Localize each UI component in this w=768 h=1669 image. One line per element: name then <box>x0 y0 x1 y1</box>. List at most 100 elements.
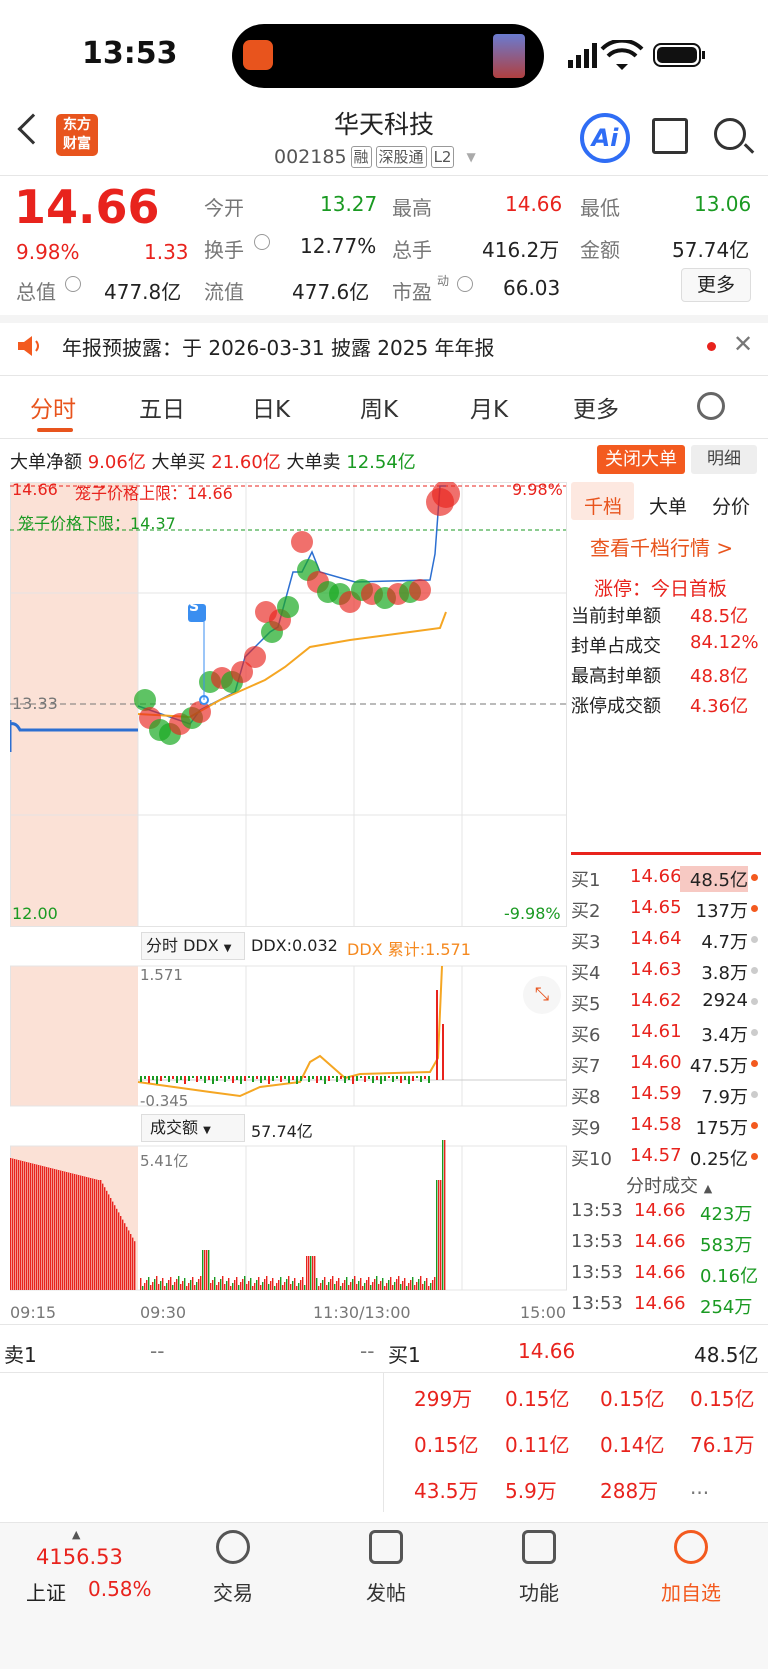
order-dot <box>751 874 758 881</box>
speaker-icon <box>18 336 39 356</box>
expand-icon[interactable]: ⤡ <box>523 976 561 1014</box>
settings-icon[interactable] <box>697 392 725 420</box>
tab-qiandang[interactable]: 千档 <box>584 492 622 519</box>
ddx-bar <box>292 1076 294 1080</box>
info-icon[interactable] <box>65 276 81 292</box>
open-value: 13.27 <box>320 192 378 216</box>
tick-price: 14.66 <box>634 1262 686 1283</box>
ai-button[interactable]: Ai <box>580 113 630 163</box>
tab-more[interactable]: 更多 <box>573 390 619 424</box>
tab-indicator <box>37 428 73 432</box>
order-dot <box>751 1153 758 1160</box>
volume-bar <box>196 1282 198 1290</box>
volume-bar <box>42 1166 44 1290</box>
volume-bar <box>194 1285 196 1290</box>
volume-bar <box>48 1167 50 1290</box>
sell-label: 大单卖 <box>286 452 341 473</box>
volume-bar <box>304 1285 306 1290</box>
volume-bar <box>72 1173 74 1290</box>
stock-subline[interactable]: 002185 融 深股通 L2 ▼ <box>274 146 476 168</box>
nav-add-watch[interactable]: 加自选 <box>641 1577 741 1606</box>
ddx-selector[interactable]: 分时 DDX ▼ <box>141 932 245 960</box>
volume-bar <box>420 1276 422 1290</box>
ddx-bar <box>172 1076 174 1079</box>
index-name[interactable]: 上证 <box>26 1577 66 1606</box>
post-icon[interactable] <box>369 1530 403 1564</box>
index-value[interactable]: 4156.53 <box>36 1545 123 1569</box>
limit-label: 涨停： <box>594 578 652 600</box>
bid-level: 买9 <box>571 1118 601 1139</box>
volume-bar <box>82 1176 84 1290</box>
nav-post[interactable]: 发帖 <box>336 1577 436 1606</box>
volume-bar <box>382 1278 384 1290</box>
ddx-bar <box>264 1076 266 1080</box>
volume-bar <box>368 1277 370 1290</box>
nav-function[interactable]: 功能 <box>489 1577 589 1606</box>
tick-time: 13:53 <box>571 1200 623 1221</box>
qiandang-link[interactable]: 查看千档行情 > <box>590 532 733 561</box>
stat-value: 84.12% <box>690 632 759 653</box>
close-big-order-button[interactable]: 关闭大单 <box>597 445 685 474</box>
volume-bar <box>286 1279 288 1290</box>
volume-bar <box>32 1163 34 1290</box>
volume-bar <box>284 1282 286 1290</box>
tab-daily[interactable]: 日K <box>252 390 290 424</box>
index-pct[interactable]: 0.58% <box>88 1577 152 1601</box>
volume-bar <box>178 1276 180 1290</box>
volume-bar <box>396 1279 398 1290</box>
tab-monthly[interactable]: 月K <box>470 390 508 424</box>
volume-bar <box>442 1140 444 1290</box>
volume-bar <box>258 1277 260 1290</box>
search-icon[interactable] <box>714 118 746 150</box>
volume-bar <box>80 1175 82 1290</box>
sell-value: 12.54亿 <box>346 452 416 473</box>
ticks-header[interactable]: 分时成交 ▲ <box>626 1172 712 1198</box>
queue-volume: 288万 <box>600 1479 659 1503</box>
volume-bar <box>162 1278 164 1290</box>
add-watch-icon[interactable] <box>674 1530 708 1564</box>
ddx-bar <box>164 1076 166 1078</box>
cage-lower: 笼子价格下限：14.37 <box>18 514 176 533</box>
volume-bar <box>394 1282 396 1290</box>
time-label: 11:30/13:00 <box>313 1303 411 1322</box>
tab-5day[interactable]: 五日 <box>139 390 185 424</box>
volume-selector[interactable]: 成交额 ▼ <box>141 1114 245 1142</box>
share-icon[interactable] <box>652 118 688 154</box>
ddx-bar <box>416 1076 418 1078</box>
detail-button[interactable]: 明细 <box>691 445 757 474</box>
volume-bar <box>404 1278 406 1290</box>
volume-bar <box>144 1283 146 1290</box>
volume-bar <box>170 1277 172 1290</box>
divider <box>571 852 761 855</box>
tab-big-orders[interactable]: 大单 <box>649 492 687 519</box>
volume-bar <box>44 1166 46 1290</box>
volume-bar <box>326 1285 328 1290</box>
tag-margin: 融 <box>350 146 372 168</box>
volume-bar <box>236 1277 238 1290</box>
ddx-bar <box>192 1076 194 1078</box>
info-icon[interactable] <box>457 276 473 292</box>
volume-bar <box>22 1161 24 1290</box>
tab-weekly[interactable]: 周K <box>360 390 398 424</box>
volume-bar <box>192 1277 194 1290</box>
intraday-chart[interactable] <box>10 482 568 1330</box>
function-icon[interactable] <box>522 1530 556 1564</box>
close-icon[interactable]: ✕ <box>733 330 753 358</box>
ddx-bar <box>420 1076 422 1082</box>
trade-icon[interactable] <box>216 1530 250 1564</box>
volume-bar <box>400 1284 402 1290</box>
volume-bar <box>444 1140 446 1290</box>
ddx-bar <box>428 1076 430 1083</box>
ddx-bar <box>368 1076 370 1079</box>
nav-trade[interactable]: 交易 <box>183 1577 283 1606</box>
stock-code: 002185 <box>274 146 347 168</box>
volume-bar <box>12 1158 14 1290</box>
tab-price-split[interactable]: 分价 <box>712 492 750 519</box>
volume-bar <box>40 1165 42 1290</box>
bid-price: 14.66 <box>630 866 682 887</box>
volume-bar <box>76 1174 78 1290</box>
tab-intraday[interactable]: 分时 <box>30 390 76 424</box>
more-button[interactable]: 更多 <box>681 268 751 302</box>
notice-text[interactable]: 年报预披露：于 2026-03-31 披露 2025 年年报 <box>62 332 495 361</box>
info-icon[interactable] <box>254 234 270 250</box>
